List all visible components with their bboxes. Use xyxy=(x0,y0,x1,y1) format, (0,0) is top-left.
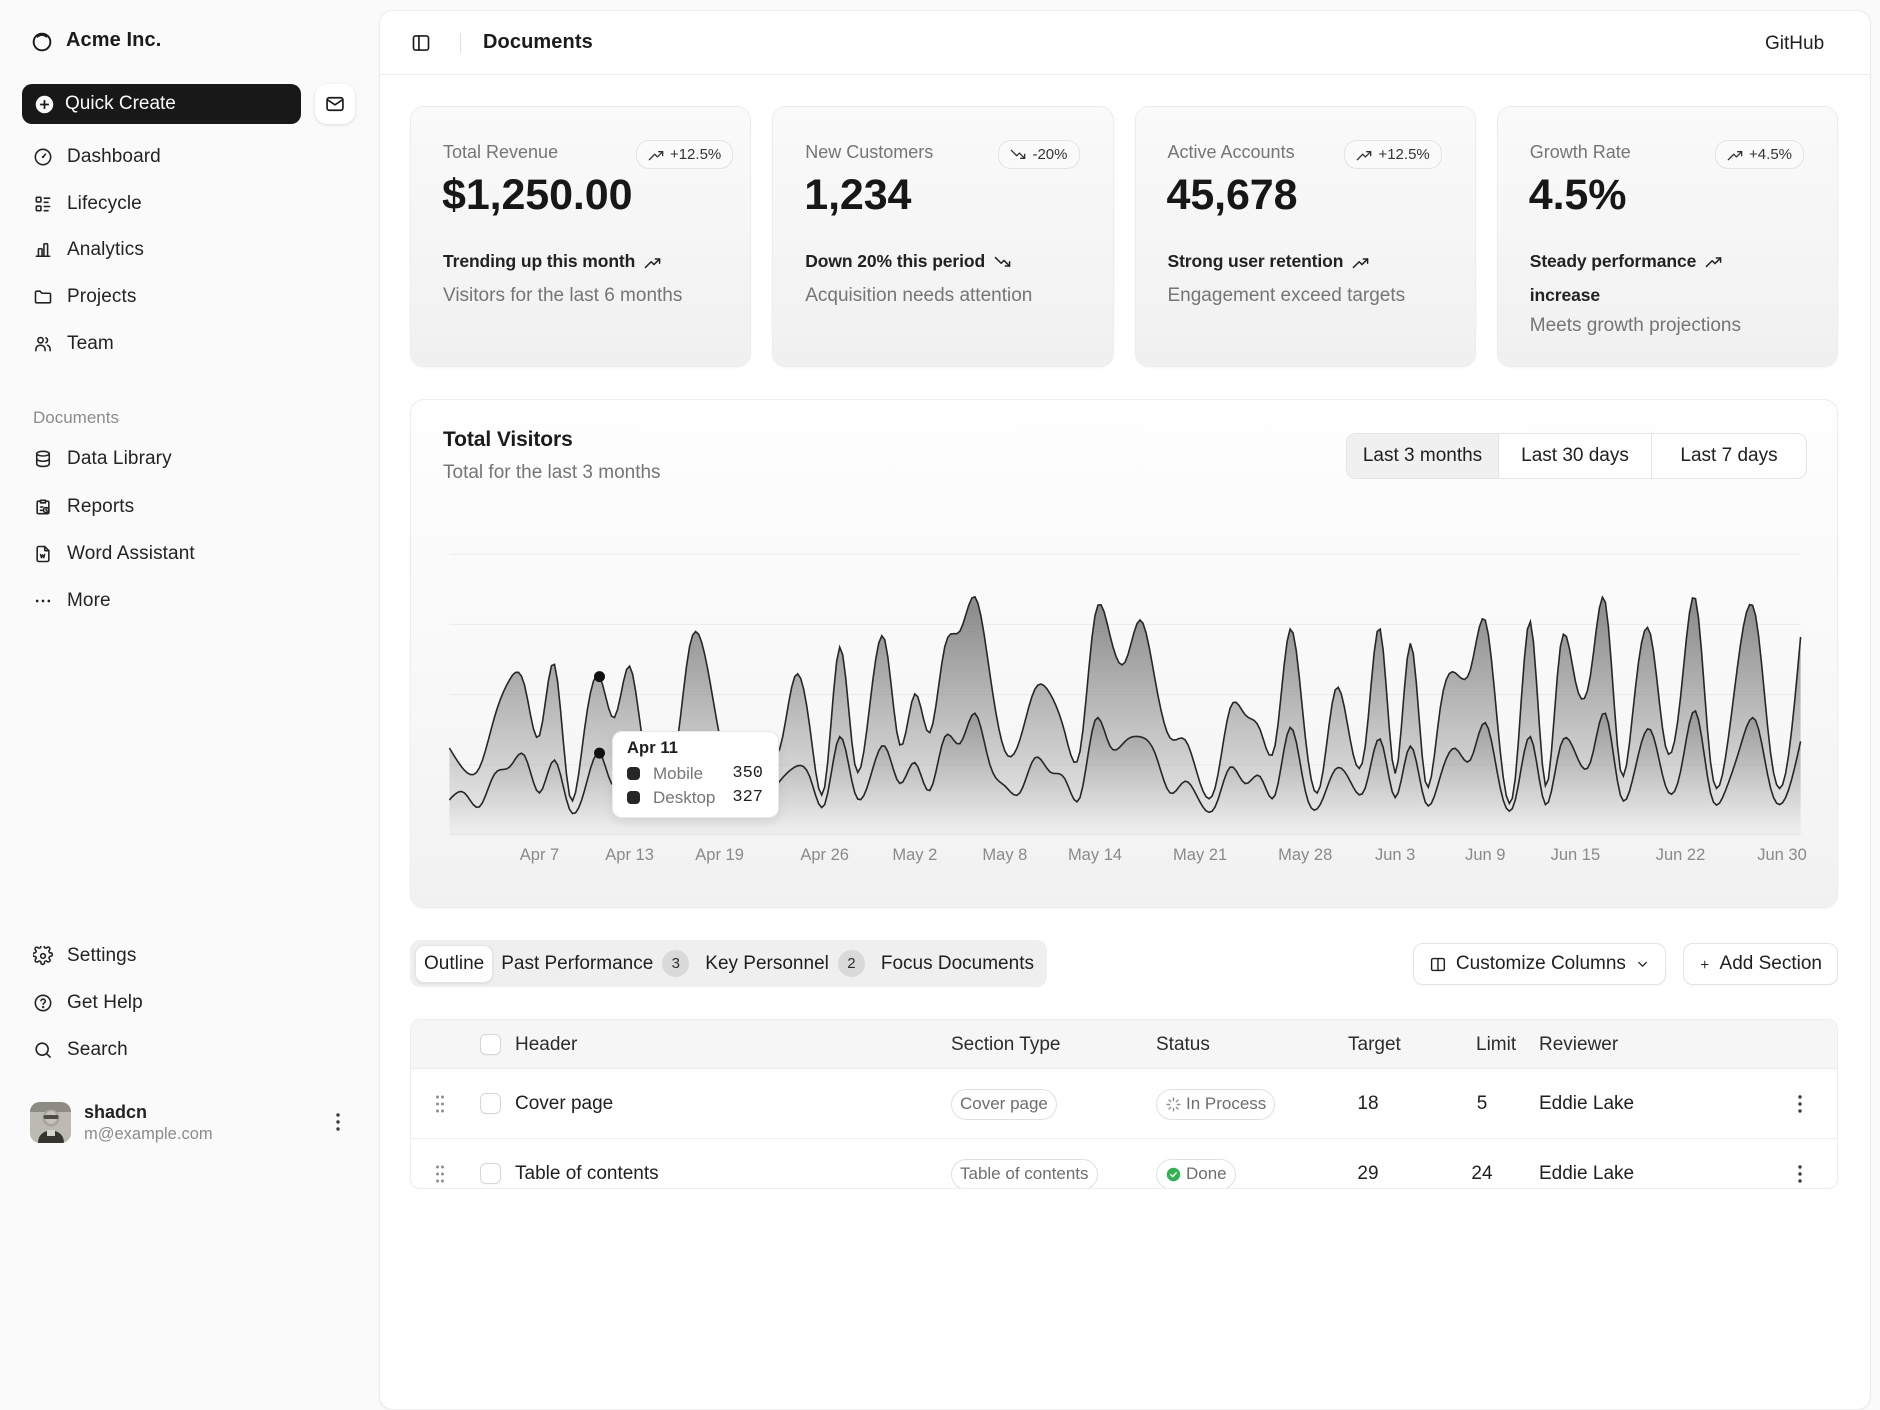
svg-text:May 28: May 28 xyxy=(1278,846,1332,864)
svg-text:Jun 22: Jun 22 xyxy=(1656,846,1706,864)
svg-text:May 2: May 2 xyxy=(892,846,937,864)
svg-text:Jun 30: Jun 30 xyxy=(1757,846,1807,864)
svg-text:Apr 7: Apr 7 xyxy=(520,846,559,864)
svg-text:May 14: May 14 xyxy=(1068,846,1122,864)
svg-text:Jun 15: Jun 15 xyxy=(1551,846,1601,864)
svg-text:Apr 13: Apr 13 xyxy=(605,846,654,864)
svg-text:May 21: May 21 xyxy=(1173,846,1227,864)
svg-text:Apr 26: Apr 26 xyxy=(800,846,849,864)
svg-text:May 8: May 8 xyxy=(982,846,1027,864)
svg-text:Jun 3: Jun 3 xyxy=(1375,846,1415,864)
svg-text:Jun 9: Jun 9 xyxy=(1465,846,1505,864)
svg-text:Apr 19: Apr 19 xyxy=(695,846,744,864)
